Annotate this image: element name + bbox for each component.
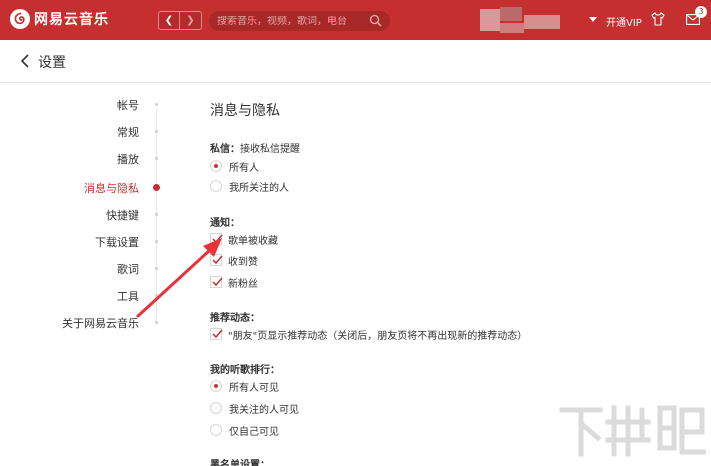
sidebar-item-tools[interactable]: 工具 <box>0 286 170 306</box>
option-label: 仅自己可见 <box>229 426 279 438</box>
watermark-logo <box>556 398 707 462</box>
sidebar-item-messages-privacy[interactable]: 消息与隐私 <box>0 178 170 198</box>
sidebar-item-lyrics[interactable]: 歌词 <box>0 259 170 279</box>
sidebar-item-general[interactable]: 常规 <box>0 122 170 142</box>
radio-rank-self[interactable]: 仅自己可见 <box>210 422 279 438</box>
option-label: 收到赞 <box>228 256 258 268</box>
netease-music-logo-icon <box>10 9 30 29</box>
notifications-label: 通知： <box>210 218 240 229</box>
option-label: 歌单被收藏 <box>228 235 278 247</box>
check-show-recommend[interactable]: "朋友"页显示推荐动态（关闭后，朋友页将不再出现新的推荐动态） <box>210 326 527 342</box>
sidebar-item-label: 帐号 <box>117 99 139 112</box>
sidebar-item-label: 播放 <box>117 153 139 166</box>
nav-dot <box>155 240 158 243</box>
radio-button[interactable] <box>210 402 222 414</box>
sidebar-item-account[interactable]: 帐号 <box>0 95 170 115</box>
nav-dot <box>155 130 158 133</box>
radio-button[interactable] <box>210 160 222 172</box>
checkbox[interactable] <box>210 254 223 266</box>
sidebar-item-label: 工具 <box>117 290 139 303</box>
option-label: 新粉丝 <box>228 278 258 290</box>
user-menu-dropdown-icon[interactable] <box>589 17 597 22</box>
message-count-badge: 3 <box>695 6 707 18</box>
ranking-label: 我的听歌排行： <box>210 365 280 376</box>
sidebar-item-download[interactable]: 下载设置 <box>0 232 170 252</box>
radio-pm-following[interactable]: 我所关注的人 <box>210 178 289 194</box>
open-vip-link[interactable]: 开通VIP <box>606 14 642 29</box>
option-label: 我关注的人可见 <box>229 404 299 416</box>
skin-shirt-icon[interactable] <box>650 11 666 30</box>
check-new-follower[interactable]: 新粉丝 <box>210 274 258 290</box>
top-bar: 网易云音乐 ❮ ❯ 开通VIP 3 <box>0 0 711 40</box>
recommend-label: 推荐动态： <box>210 313 260 324</box>
check-playlist-collected[interactable]: 歌单被收藏 <box>210 231 278 247</box>
option-label: "朋友"页显示推荐动态（关闭后，朋友页将不再出现新的推荐动态） <box>228 330 528 342</box>
section-title: 消息与隐私 <box>210 103 280 119</box>
radio-button[interactable] <box>210 180 222 192</box>
blacklist-label: 黑名单设置： <box>210 460 270 466</box>
sidebar-item-playback[interactable]: 播放 <box>0 149 170 169</box>
page-title: 设置 <box>38 55 66 71</box>
nav-dot <box>155 103 158 106</box>
user-avatar[interactable] <box>480 5 580 33</box>
settings-header: 设置 <box>0 40 711 83</box>
private-message-label-text: 私信： <box>210 144 240 155</box>
nav-dot <box>155 157 158 160</box>
search-input[interactable] <box>217 15 367 27</box>
sidebar-item-label: 歌词 <box>117 263 139 276</box>
option-label: 我所关注的人 <box>229 182 289 194</box>
search-box[interactable] <box>209 11 390 31</box>
brand-name: 网易云音乐 <box>34 12 109 28</box>
sidebar-item-label: 消息与隐私 <box>84 182 139 195</box>
checkbox[interactable] <box>210 276 223 288</box>
radio-button[interactable] <box>210 424 222 436</box>
nav-dot <box>155 321 158 324</box>
sidebar-item-label: 下载设置 <box>95 236 139 249</box>
radio-rank-everyone[interactable]: 所有人可见 <box>210 378 279 394</box>
option-label: 所有人可见 <box>229 382 279 394</box>
back-nav-button[interactable]: ❮ <box>158 11 180 30</box>
nav-dot <box>155 213 158 216</box>
private-message-sub: 接收私信提醒 <box>240 144 300 155</box>
check-received-like[interactable]: 收到赞 <box>210 252 258 268</box>
nav-dot <box>155 267 158 270</box>
sidebar-item-about[interactable]: 关于网易云音乐 <box>0 313 170 333</box>
checkbox[interactable] <box>210 233 223 245</box>
radio-button[interactable] <box>210 380 222 392</box>
nav-active-dot <box>153 184 160 191</box>
search-icon[interactable] <box>369 14 382 30</box>
radio-rank-following[interactable]: 我关注的人可见 <box>210 400 299 416</box>
sidebar-item-shortcuts[interactable]: 快捷键 <box>0 205 170 225</box>
option-label: 所有人 <box>229 162 259 174</box>
sidebar-item-label: 快捷键 <box>106 209 139 222</box>
private-message-label: 私信：接收私信提醒 <box>210 140 300 155</box>
sidebar-item-label: 常规 <box>117 126 139 139</box>
app-logo[interactable]: 网易云音乐 <box>10 9 109 29</box>
checkbox[interactable] <box>210 328 223 340</box>
sidebar-item-label: 关于网易云音乐 <box>62 317 139 330</box>
forward-nav-button[interactable]: ❯ <box>180 11 202 30</box>
radio-pm-everyone[interactable]: 所有人 <box>210 158 259 174</box>
nav-dot <box>155 294 158 297</box>
back-arrow-icon[interactable] <box>20 53 30 72</box>
